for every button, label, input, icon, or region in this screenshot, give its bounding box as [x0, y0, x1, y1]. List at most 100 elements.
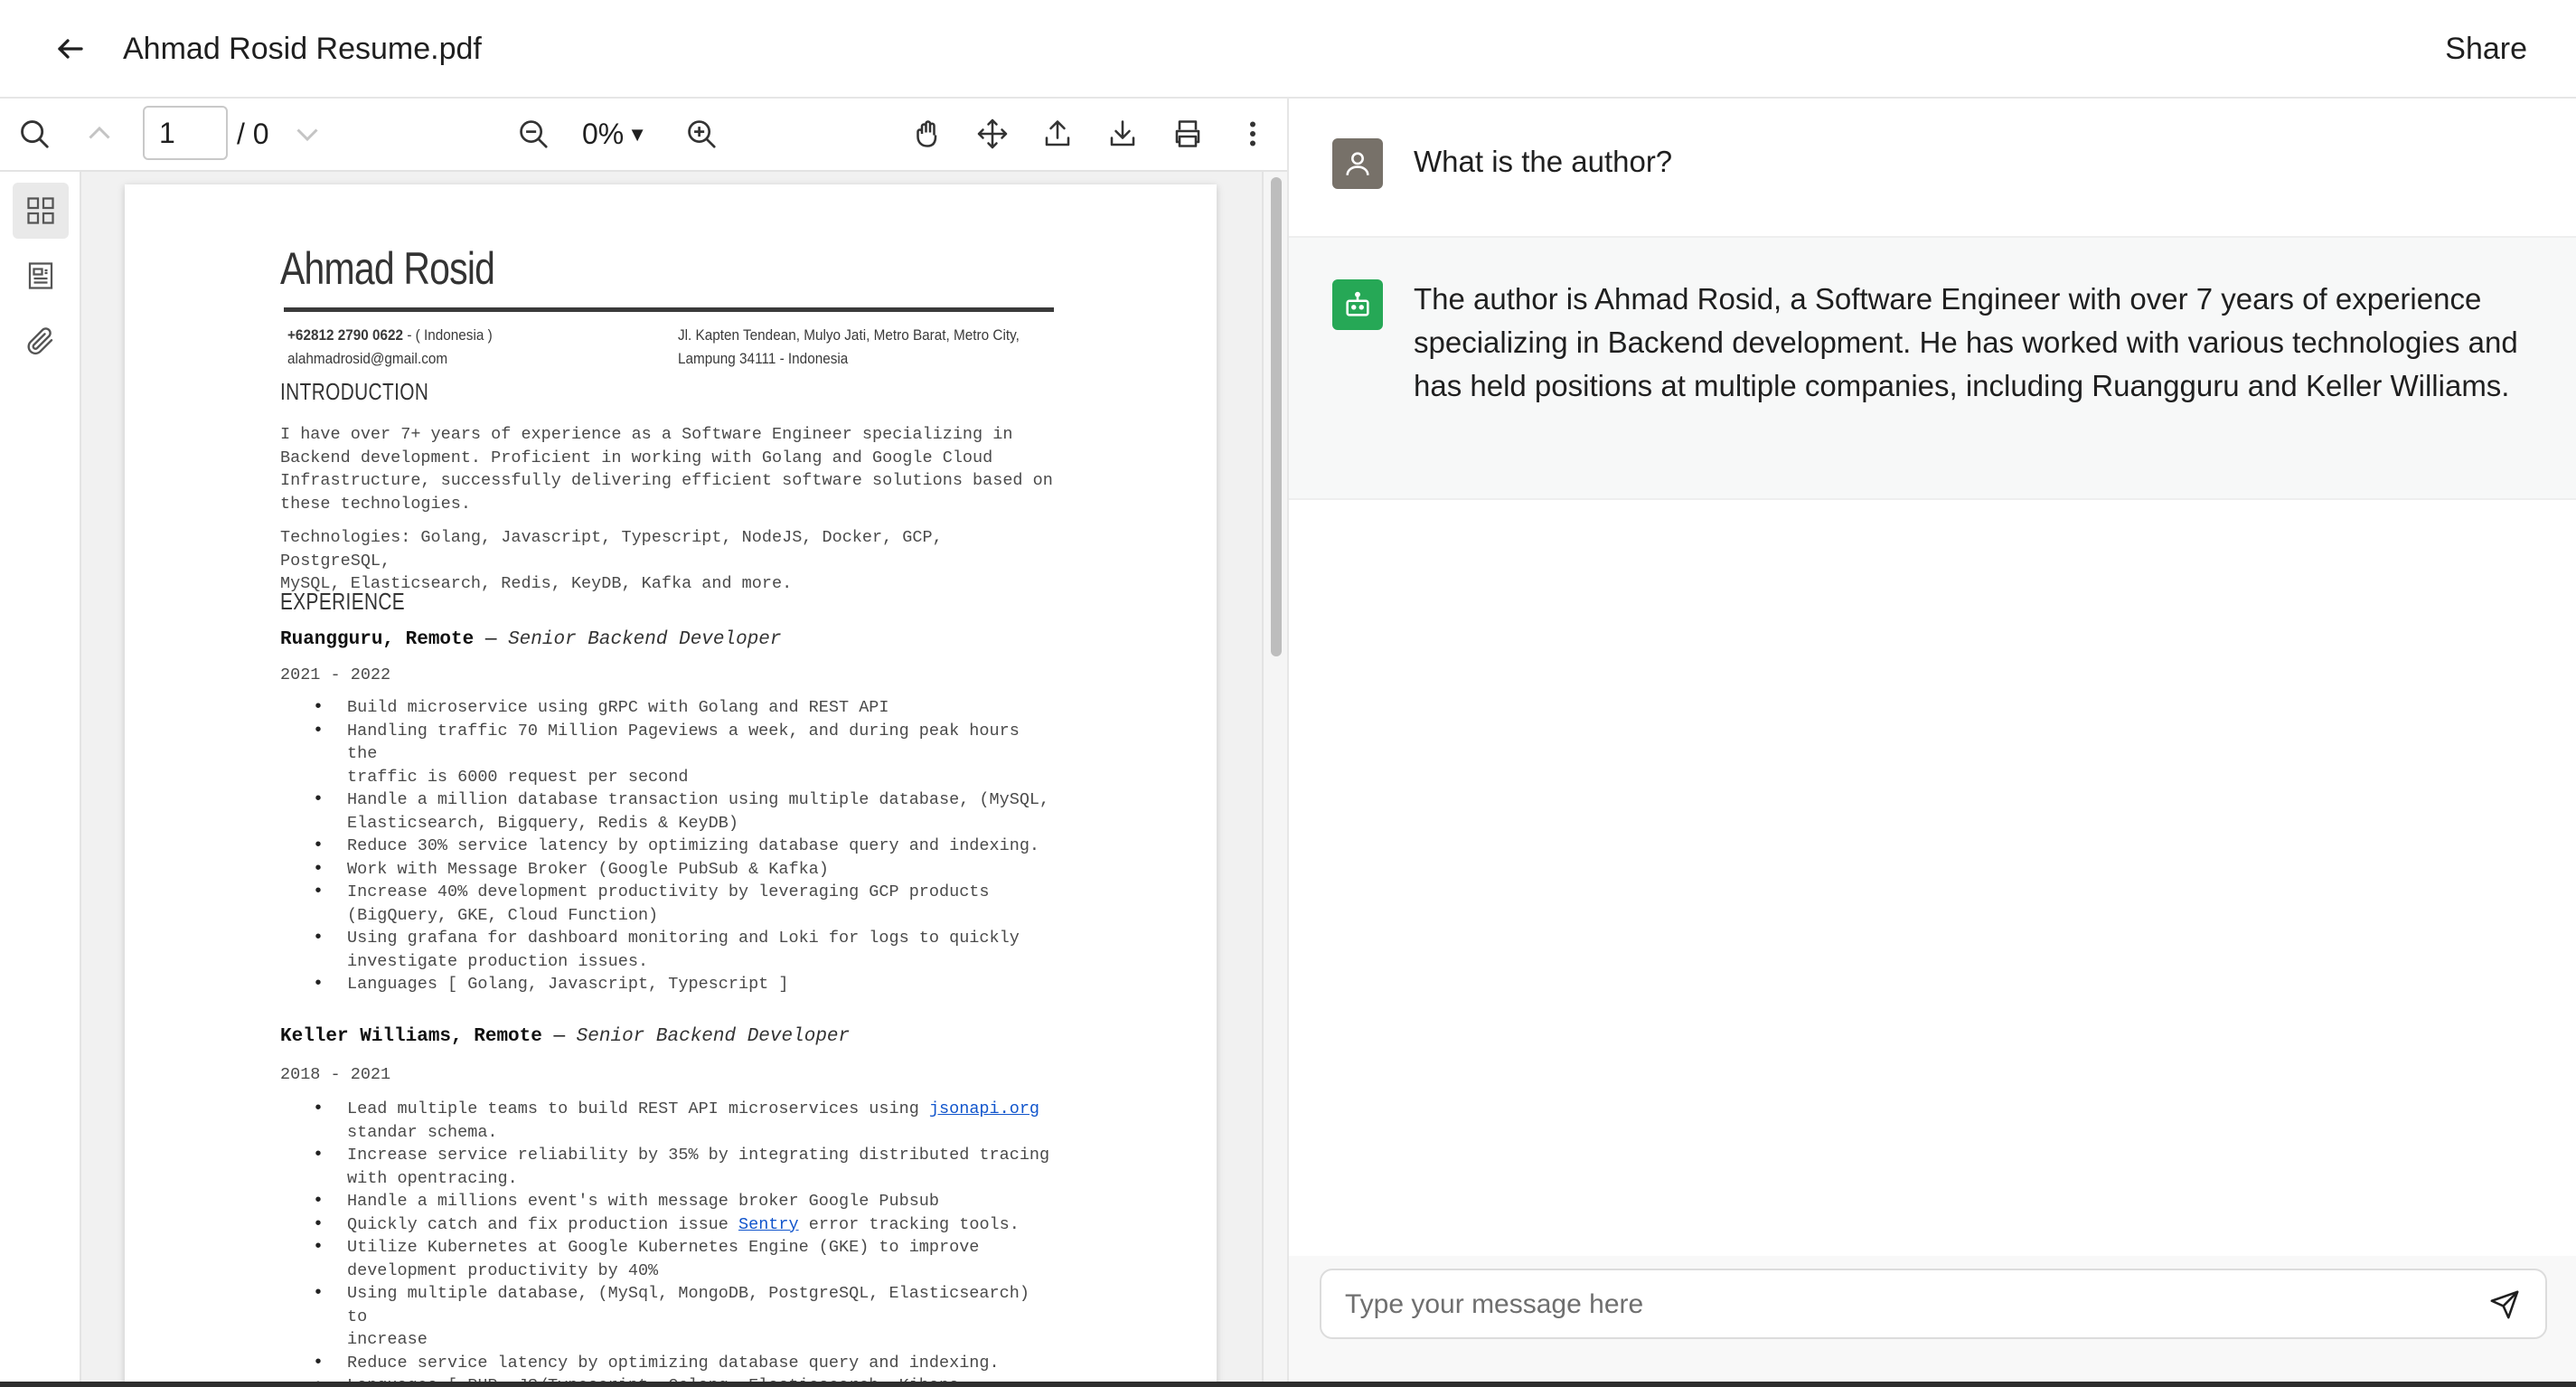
- job-title-ruangguru: Ruangguru, Remote — Senior Backend Devel…: [280, 629, 782, 650]
- sentry-link[interactable]: Sentry: [738, 1215, 799, 1234]
- search-icon[interactable]: [11, 110, 58, 157]
- zoom-level-value: 0%: [582, 118, 625, 150]
- resume-name: Ahmad Rosid: [280, 243, 495, 294]
- robot-icon: [1346, 291, 1369, 316]
- thumbnails-button[interactable]: [13, 183, 69, 239]
- pdf-viewer: / 0 0%▼: [0, 99, 1289, 1382]
- download-button[interactable]: [1099, 110, 1146, 157]
- technologies-text: Technologies: Golang, Javascript, Typesc…: [280, 528, 943, 593]
- list-item: Build microservice using gRPC with Golan…: [280, 696, 1058, 720]
- job-separator: —: [474, 629, 509, 650]
- send-icon: [2490, 1290, 2519, 1319]
- arrow-left-icon: [58, 39, 83, 59]
- move-button[interactable]: [969, 110, 1016, 157]
- assistant-avatar: [1332, 279, 1383, 330]
- job-title-keller-williams: Keller Williams, Remote — Senior Backend…: [280, 1026, 850, 1047]
- scrollbar-thumb[interactable]: [1271, 177, 1282, 656]
- app-header: Ahmad Rosid Resume.pdf Share: [0, 0, 2576, 99]
- send-button[interactable]: [2484, 1284, 2525, 1326]
- list-item: Increase service reliability by 35% by i…: [280, 1144, 1058, 1190]
- assistant-message: The author is Ahmad Rosid, a Software En…: [1289, 236, 2576, 500]
- list-item: Utilize Kubernetes at Google Kubernetes …: [280, 1236, 1058, 1282]
- back-button[interactable]: [47, 25, 94, 72]
- job-bullets-ruangguru: Build microservice using gRPC with Golan…: [280, 696, 1058, 996]
- experience-heading: EXPERIENCE: [280, 588, 406, 615]
- more-options-button[interactable]: [1229, 110, 1276, 157]
- move-icon: [977, 118, 1008, 149]
- thumbnails-icon: [27, 197, 54, 224]
- viewer-sidebar: [0, 172, 81, 1382]
- attachment-icon: [27, 327, 53, 355]
- zoom-out-button[interactable]: [510, 110, 557, 157]
- chevron-down-icon: [296, 128, 318, 142]
- page-total: / 0: [237, 118, 269, 150]
- job-company: Keller Williams, Remote: [280, 1026, 542, 1047]
- zoom-in-button[interactable]: [678, 110, 725, 157]
- name-divider: [284, 307, 1054, 312]
- list-item: Handle a million database transaction us…: [280, 788, 1058, 835]
- job-role: Senior Backend Developer: [508, 629, 782, 650]
- bullet-text: Lead multiple teams to build REST API mi…: [347, 1099, 929, 1118]
- outline-button[interactable]: [13, 248, 69, 304]
- list-item: Handle a millions event's with message b…: [280, 1190, 1058, 1213]
- document-canvas[interactable]: Ahmad Rosid +62812 2790 0622 - ( Indones…: [81, 172, 1262, 1382]
- message-input[interactable]: [1343, 1281, 2449, 1328]
- outline-icon: [28, 262, 53, 289]
- phone-country: - ( Indonesia ): [403, 326, 493, 344]
- zoom-level-select[interactable]: 0% ▼: [582, 110, 647, 158]
- message-text: What is the author?: [1414, 145, 1673, 178]
- list-item: Using grafana for dashboard monitoring a…: [280, 927, 1058, 973]
- message-composer: [1320, 1269, 2547, 1339]
- list-item: Reduce service latency by optimizing dat…: [280, 1352, 1058, 1375]
- intro-text: I have over 7+ years of experience as a …: [280, 425, 1053, 514]
- caret-down-icon: ▼: [627, 123, 648, 146]
- zoom-in-icon: [688, 120, 716, 148]
- job-dates: 2021 - 2022: [280, 665, 391, 684]
- contact-email: alahmadrosid@gmail.com: [287, 350, 448, 367]
- bullet-text: standar schema.: [347, 1122, 498, 1142]
- upload-icon: [1045, 120, 1070, 146]
- intro-heading: INTRODUCTION: [280, 378, 429, 405]
- list-item: Handling traffic 70 Million Pageviews a …: [280, 720, 1058, 789]
- previous-page-button[interactable]: [76, 110, 123, 157]
- user-avatar: [1332, 138, 1383, 189]
- pan-tool-icon: [917, 120, 937, 147]
- composer-area: [1289, 1256, 2576, 1382]
- download-icon: [1110, 120, 1135, 146]
- list-item: Languages [ PHP, JS/Typescript, Golang, …: [280, 1374, 1058, 1382]
- zoom-out-icon: [520, 120, 548, 148]
- user-icon: [1346, 152, 1369, 175]
- more-vertical-icon: [1250, 121, 1255, 146]
- share-button[interactable]: Share: [2445, 25, 2527, 72]
- viewer-scrollbar[interactable]: [1262, 172, 1289, 1382]
- list-item: Lead multiple teams to build REST API mi…: [280, 1098, 1058, 1144]
- next-page-button[interactable]: [284, 110, 331, 157]
- job-separator: —: [541, 1026, 577, 1047]
- print-button[interactable]: [1164, 110, 1211, 157]
- contact-address-line2: Lampung 34111 - Indonesia: [678, 350, 849, 367]
- job-role: Senior Backend Developer: [576, 1026, 851, 1047]
- message-text: The author is Ahmad Rosid, a Software En…: [1414, 282, 2518, 402]
- user-message: What is the author?: [1289, 99, 2576, 236]
- bullet-text: Quickly catch and fix production issue: [347, 1214, 738, 1234]
- chat-panel: What is the author? The author is Ahmad …: [1287, 99, 2576, 1382]
- contact-phone: +62812 2790 0622 - ( Indonesia ): [287, 324, 493, 347]
- viewer-toolbar: / 0 0%▼: [0, 99, 1287, 172]
- attachments-button[interactable]: [13, 313, 69, 369]
- pan-tool-button[interactable]: [904, 110, 951, 157]
- page-number-input[interactable]: [143, 106, 228, 160]
- job-dates: 2018 - 2021: [280, 1065, 391, 1084]
- print-icon: [1175, 120, 1200, 147]
- pdf-page: Ahmad Rosid +62812 2790 0622 - ( Indones…: [125, 184, 1217, 1382]
- list-item: Work with Message Broker (Google PubSub …: [280, 858, 1058, 882]
- document-title: Ahmad Rosid Resume.pdf: [123, 32, 482, 66]
- upload-button[interactable]: [1034, 110, 1081, 157]
- jsonapi-link[interactable]: jsonapi.org: [929, 1099, 1039, 1118]
- job-bullets-keller-williams: Lead multiple teams to build REST API mi…: [280, 1098, 1058, 1382]
- bullet-text: error tracking tools.: [798, 1214, 1020, 1234]
- list-item: Quickly catch and fix production issue S…: [280, 1213, 1058, 1237]
- list-item: Using multiple database, (MySql, MongoDB…: [280, 1282, 1058, 1352]
- phone-number: +62812 2790 0622: [287, 326, 404, 344]
- window-bottom-edge: [0, 1382, 2576, 1387]
- chevron-up-icon: [89, 126, 110, 139]
